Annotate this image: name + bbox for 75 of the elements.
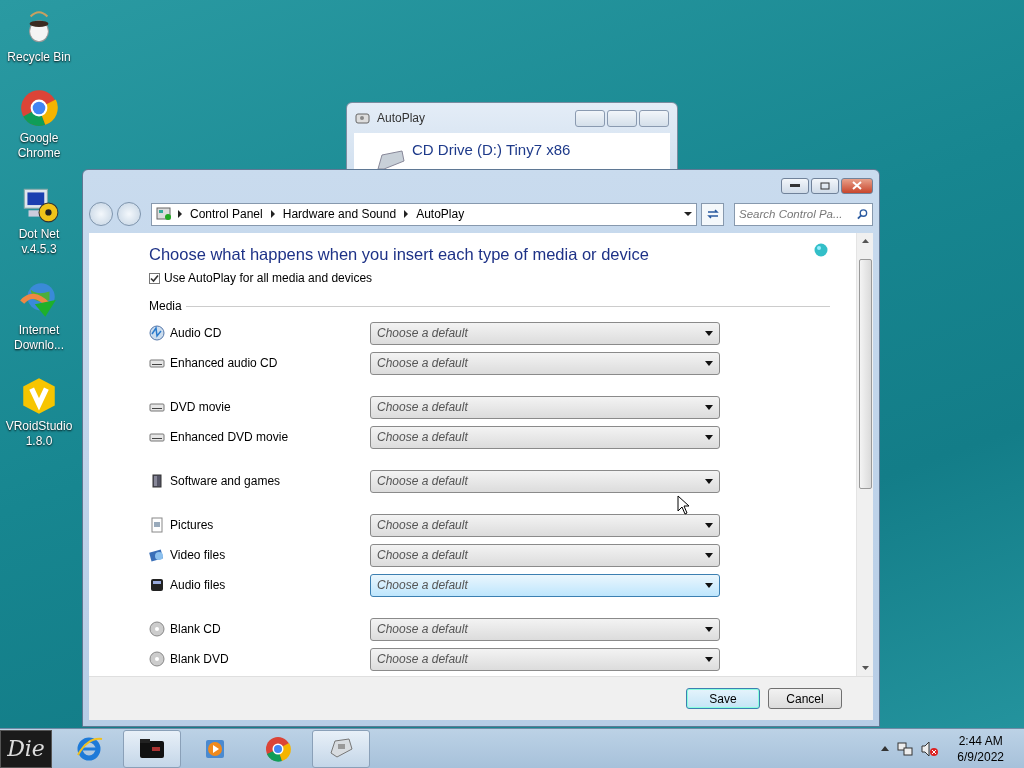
search-field[interactable]: Search Control Pa... [734, 202, 873, 226]
action-dropdown[interactable]: Choose a default [370, 351, 720, 375]
clock[interactable]: 2:44 AM 6/9/2022 [957, 732, 1004, 765]
media-type-label: Blank CD [170, 622, 221, 636]
breadcrumb-item[interactable]: Hardware and Sound [282, 207, 397, 221]
page-heading: Choose what happens when you insert each type of media or device [149, 245, 649, 264]
media-type-label: Software and games [170, 474, 281, 488]
icon-label: VRoidStudio 1.8.0 [4, 419, 74, 449]
search-input[interactable]: Search Control Pa... [739, 208, 857, 220]
action-dropdown[interactable]: Choose a default [370, 647, 720, 671]
window-title: AutoPlay [377, 111, 427, 125]
media-type-label: Pictures [170, 518, 214, 532]
show-hidden-icons-button[interactable] [881, 746, 890, 751]
close-button[interactable] [841, 177, 873, 194]
muted-speaker-icon[interactable] [921, 740, 940, 757]
back-button[interactable] [89, 202, 113, 226]
close-button[interactable] [639, 109, 669, 127]
maximize-icon [820, 181, 830, 190]
action-dropdown[interactable]: Choose a default [370, 395, 720, 419]
address-bar[interactable]: Control Panel Hardware and Sound AutoPlay [151, 202, 697, 226]
media-type-label: Blank DVD [170, 652, 229, 666]
help-icon[interactable] [814, 243, 828, 257]
checkbox-label: Use AutoPlay for all media and devices [164, 271, 373, 285]
cd-icon [149, 325, 165, 341]
device-title: CD Drive (D:) Tiny7 x86 [412, 141, 571, 158]
browser-icon [264, 734, 292, 763]
picture-icon [149, 517, 165, 533]
scroll-up-arrow-icon[interactable] [861, 239, 869, 243]
autoplay-icon [355, 111, 371, 125]
icon-label: Internet Downlo... [13, 323, 65, 353]
film-icon [149, 547, 165, 563]
action-dropdown[interactable]: Choose a default [370, 543, 720, 567]
minimize-icon [790, 183, 800, 188]
refresh-button[interactable] [701, 202, 724, 226]
media-type-label: Audio files [170, 578, 226, 592]
media-type-label: Enhanced audio CD [170, 356, 278, 370]
action-dropdown[interactable]: Choose a default [370, 573, 720, 597]
checkbox[interactable] [149, 272, 160, 284]
start-button[interactable]: Die [0, 729, 52, 768]
refresh-icon [705, 208, 720, 220]
cancel-button[interactable]: Cancel [768, 688, 842, 709]
breadcrumb-item[interactable]: Control Panel [190, 207, 263, 221]
box-icon [149, 473, 165, 489]
minimize-button[interactable] [781, 177, 809, 194]
scroll-down-arrow-icon[interactable] [861, 666, 869, 670]
action-dropdown[interactable]: Choose a default [370, 617, 720, 641]
media-type-label: Enhanced DVD movie [170, 430, 289, 444]
media-type-label: Video files [170, 548, 226, 562]
media-type-label: DVD movie [170, 400, 231, 414]
section-label: Media [149, 299, 182, 313]
action-dropdown[interactable]: Choose a default [370, 425, 720, 449]
action-dropdown[interactable]: Choose a default [370, 469, 720, 493]
icon-label: Google Chrome [16, 131, 62, 161]
disc-icon [149, 651, 165, 667]
icon-label: Dot Net v.4.5.3 [17, 227, 61, 257]
app-icon[interactable] [18, 87, 60, 129]
control-panel-icon [156, 207, 172, 221]
action-dropdown[interactable]: Choose a default [370, 321, 720, 345]
dropdown-arrow-icon[interactable] [684, 212, 692, 216]
search-icon [857, 208, 868, 220]
close-icon [852, 181, 862, 190]
maximize-button[interactable] [607, 109, 637, 127]
cursor-icon [677, 495, 690, 515]
action-dropdown[interactable]: Choose a default [370, 513, 720, 537]
media-type-label: Audio CD [170, 326, 222, 340]
save-button[interactable]: Save [686, 688, 760, 709]
maximize-button[interactable] [811, 177, 839, 194]
taskbar-button[interactable] [123, 729, 181, 768]
scrollbar[interactable] [856, 233, 873, 676]
player-icon [149, 577, 165, 593]
forward-button[interactable] [117, 202, 141, 226]
network-icon[interactable] [897, 740, 914, 757]
disc-icon [149, 621, 165, 637]
icon-label: Recycle Bin [6, 50, 72, 65]
breadcrumb-item[interactable]: AutoPlay [416, 207, 465, 221]
